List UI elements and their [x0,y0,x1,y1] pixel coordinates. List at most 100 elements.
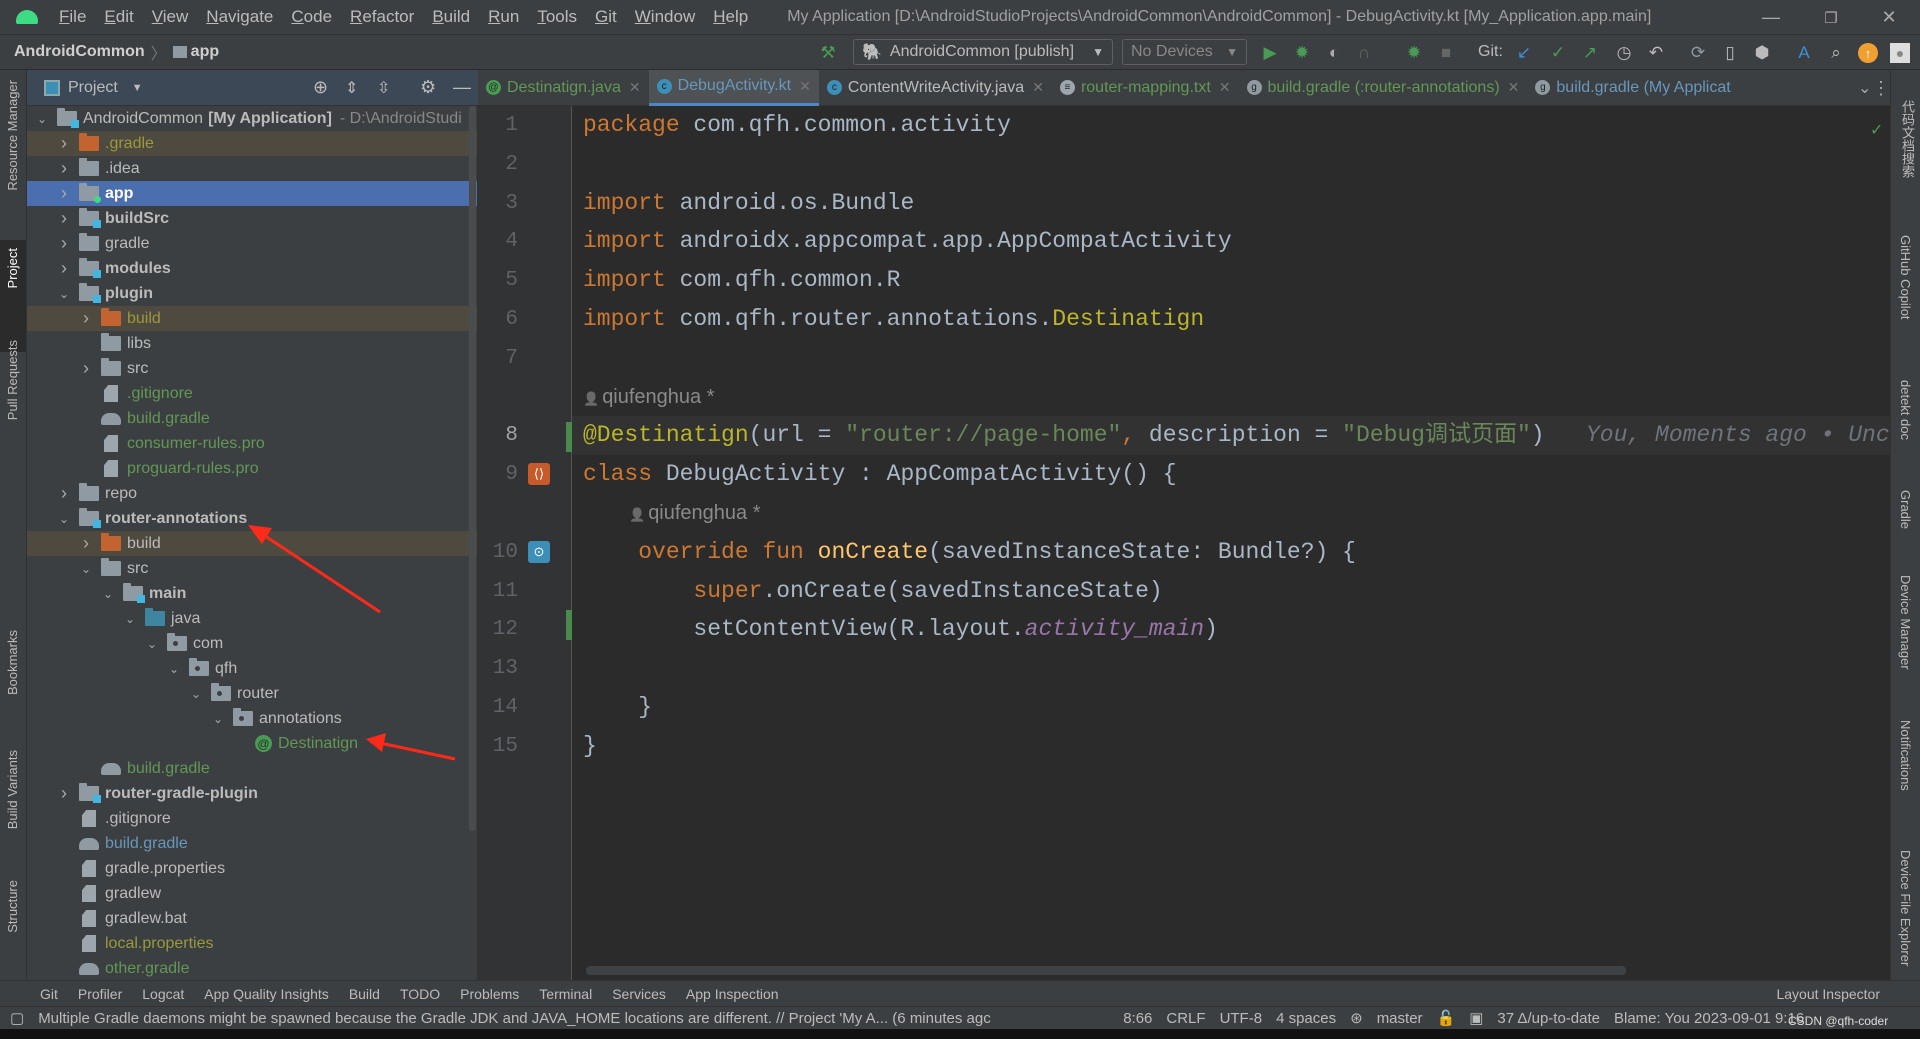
close-tab-icon[interactable]: ✕ [1032,79,1044,96]
code-line[interactable]: import androidx.appcompat.app.AppCompatA… [583,222,1232,261]
vcs-updates[interactable]: 37 Δ/up-to-date [1490,1010,1607,1027]
breadcrumb-project[interactable]: AndroidCommon [0,43,145,61]
chevron-right-icon[interactable]: › [57,258,71,279]
coverage-icon[interactable]: ◐ [1324,43,1344,63]
layout-inspector-button[interactable]: Layout Inspector [1766,986,1920,1002]
chevron-right-icon[interactable]: › [57,233,71,254]
menu-edit[interactable]: Edit [95,7,142,27]
tree-item[interactable]: › router-gradle-plugin [27,781,477,806]
chevron-right-icon[interactable]: › [57,158,71,179]
collapse-all-icon[interactable]: ⇳ [377,78,390,98]
override-gutter-icon[interactable]: ⊙ [528,540,550,563]
chevron-right-icon[interactable]: › [57,483,71,504]
close-tab-icon[interactable]: ✕ [629,79,641,96]
tool-tab-resource-manager[interactable]: Resource Manager [5,80,20,191]
code-line[interactable]: } [583,688,652,727]
git-branch[interactable]: master [1370,1010,1430,1027]
tree-item[interactable]: ⌄ java [27,606,477,631]
hide-panel-icon[interactable]: — [453,77,471,98]
restore-button[interactable]: ❐ [1808,0,1854,35]
horizontal-scrollbar[interactable] [586,966,1626,975]
tree-item[interactable]: › .gradle [27,131,477,156]
copilot-icon[interactable]: ⊛ [1343,1009,1370,1027]
tree-item[interactable]: consumer-rules.pro [27,431,477,456]
editor-tab[interactable]: g build.gradle (:router-annotations) ✕ [1239,70,1528,106]
chevron-right-icon[interactable]: › [57,133,71,154]
avatar[interactable]: ● [1890,43,1910,63]
tool-tab-github-copilot[interactable]: GitHub Copilot [1898,235,1913,320]
tree-item[interactable]: › repo [27,481,477,506]
select-opened-file-icon[interactable]: ⊕ [313,77,328,98]
tree-item[interactable]: ⌄ src [27,556,477,581]
tree-item[interactable]: gradlew.bat [27,906,477,931]
tree-item[interactable]: other.gradle [27,956,477,980]
tree-item[interactable]: build.gradle [27,831,477,856]
code-line[interactable]: import com.qfh.router.annotations.Destin… [583,300,1204,339]
tree-item[interactable]: › app [27,181,477,206]
close-button[interactable]: ✕ [1866,0,1912,35]
tree-item[interactable]: ⌄ plugin [27,281,477,306]
gradle-sync-icon[interactable]: ⟳ [1688,43,1708,63]
menu-refactor[interactable]: Refactor [341,7,423,27]
event-log-icon[interactable]: ▣ [1462,1009,1490,1027]
menu-help[interactable]: Help [704,7,757,27]
tree-item[interactable]: ⌄ router [27,681,477,706]
rollback-icon[interactable]: ↶ [1646,43,1666,63]
tool-tab-detekt-doc[interactable]: detekt doc [1898,380,1913,440]
project-tree-scrollbar[interactable] [469,106,476,831]
tree-item[interactable]: ⌄ com [27,631,477,656]
breadcrumb-module[interactable]: app [191,43,219,61]
chevron-down-icon[interactable]: ⌄ [211,712,225,726]
chevron-down-icon[interactable]: ⌄ [189,687,203,701]
tool-tab-device-manager[interactable]: Device Manager [1898,575,1913,670]
close-tab-icon[interactable]: ✕ [1508,79,1520,96]
git-blame[interactable]: Blame: You 2023-09-01 9:16 [1607,1010,1811,1027]
tree-item[interactable]: @ Destinatign [27,731,477,756]
code-line[interactable]: super.onCreate(savedInstanceState) [583,572,1162,611]
tree-item[interactable]: gradle.properties [27,856,477,881]
tool-tab-device-file-explorer[interactable]: Device File Explorer [1898,850,1913,966]
close-tab-icon[interactable]: ✕ [799,78,811,95]
tool-window-profiler[interactable]: Profiler [68,986,132,1002]
chevron-down-icon[interactable]: ⌄ [145,637,159,651]
hammer-build-icon[interactable]: ⚒ [818,43,838,63]
tree-item[interactable]: ⌄ main [27,581,477,606]
chevron-down-icon[interactable]: ⌄ [57,512,71,526]
file-encoding[interactable]: UTF-8 [1213,1010,1270,1027]
tree-item[interactable]: build.gradle [27,406,477,431]
tree-item[interactable]: › .idea [27,156,477,181]
code-line[interactable]: import com.qfh.common.R [583,261,900,300]
chevron-down-icon[interactable]: ⌄ [167,662,181,676]
indent-setting[interactable]: 4 spaces [1269,1010,1343,1027]
project-view-select[interactable]: Project [68,79,118,97]
minimize-button[interactable]: — [1748,0,1794,35]
editor-tab[interactable]: g build.gradle (My Applicat [1527,70,1738,106]
code-editor[interactable]: 1 2 3 4 5 6 7 8 9 10 11 12 13 14 15 ⟨⟩ ⊙ package com.qfh… [478,106,1890,980]
code-vision-author[interactable]: 👤 qiufenghua * [629,494,761,533]
chevron-down-icon[interactable]: ⌄ [57,287,71,301]
tool-window-problems[interactable]: Problems [450,986,529,1002]
tree-item[interactable]: libs [27,331,477,356]
tree-item[interactable]: › src [27,356,477,381]
tree-item[interactable]: ⌄ router-annotations [27,506,477,531]
stop-icon[interactable]: ■ [1436,43,1456,63]
chevron-down-icon[interactable]: ▼ [132,82,143,94]
tool-window-app-quality-insights[interactable]: App Quality Insights [194,986,339,1002]
update-icon[interactable]: ↑ [1858,43,1878,63]
tool-tab-notifications[interactable]: Notifications [1898,720,1913,791]
run-icon[interactable]: ▶ [1260,43,1280,63]
tool-window-git[interactable]: Git [30,986,68,1002]
tree-item[interactable]: build.gradle [27,756,477,781]
code-line[interactable]: import android.os.Bundle [583,184,914,223]
tool-tab-doc-search[interactable]: 代码文档搜索 [1898,100,1917,178]
status-toggle-icon[interactable]: ▢ [0,1009,31,1027]
chevron-down-icon[interactable]: ⌄ [35,112,49,126]
chevron-right-icon[interactable]: › [57,783,71,804]
code-line[interactable]: override fun onCreate(savedInstanceState… [583,533,1356,572]
code-line[interactable]: package com.qfh.common.activity [583,106,1011,145]
code-line[interactable]: class DebugActivity : AppCompatActivity(… [583,455,1177,494]
tree-item[interactable]: ⌄ AndroidCommon [My Application] - D:\Andr… [27,106,477,131]
code-line[interactable]: @Destinatign(url = "router://page-home",… [583,416,1890,455]
tree-item[interactable]: › buildSrc [27,206,477,231]
caret-position[interactable]: 8:66 [1116,1010,1159,1027]
